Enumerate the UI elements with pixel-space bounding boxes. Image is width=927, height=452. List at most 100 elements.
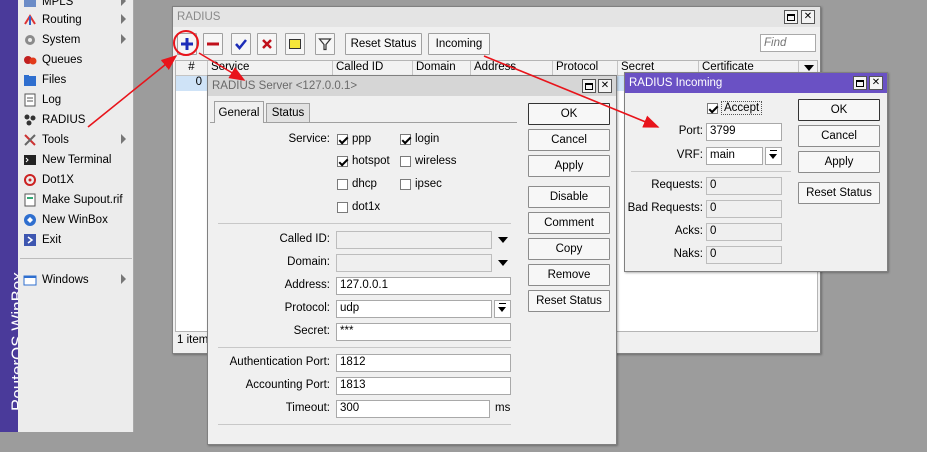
add-button[interactable]	[177, 33, 197, 55]
requests-label: Requests:	[651, 179, 703, 191]
secret-label: Secret:	[293, 325, 330, 337]
maximize-button[interactable]	[784, 10, 798, 24]
separator	[631, 171, 791, 172]
maximize-icon	[787, 13, 795, 21]
server-window-titlebar[interactable]: RADIUS Server <127.0.0.1> ✕	[208, 76, 616, 96]
supout-icon	[23, 193, 37, 207]
separator	[218, 424, 511, 425]
col-header-address[interactable]: Address	[471, 61, 553, 76]
sidebar-separator	[20, 258, 132, 259]
apply-button[interactable]: Apply	[528, 155, 610, 177]
sidebar-item-exit[interactable]: Exit	[18, 230, 134, 250]
timeout-unit: ms	[495, 402, 511, 414]
sidebar-item-windows[interactable]: Windows	[18, 270, 134, 290]
domain-dropdown-icon[interactable]	[498, 260, 508, 266]
cancel-button[interactable]: Cancel	[528, 129, 610, 151]
remove-button[interactable]	[203, 33, 223, 55]
checkbox-dhcp-label: dhcp	[352, 178, 377, 190]
col-header-protocol[interactable]: Protocol	[553, 61, 618, 76]
remove-button[interactable]: Remove	[528, 264, 610, 286]
sidebar-item-system[interactable]: System	[18, 30, 134, 50]
sidebar-item-routing[interactable]: Routing	[18, 10, 134, 30]
tab-general[interactable]: General	[214, 101, 264, 123]
col-header-num[interactable]: #	[176, 61, 208, 76]
incoming-button[interactable]: Incoming	[428, 33, 490, 55]
called-id-input[interactable]	[336, 231, 492, 249]
checkbox-dot1x[interactable]	[337, 202, 348, 213]
incoming-window-titlebar[interactable]: RADIUS Incoming ✕	[625, 73, 887, 93]
vrf-dropdown-button[interactable]	[765, 147, 782, 165]
status-bar: 1 item	[177, 334, 209, 346]
domain-input[interactable]	[336, 254, 492, 272]
close-button[interactable]: ✕	[801, 10, 815, 24]
address-input[interactable]: 127.0.0.1	[336, 277, 511, 295]
find-input[interactable]	[760, 34, 816, 52]
close-button[interactable]: ✕	[869, 76, 883, 90]
col-header-domain[interactable]: Domain	[413, 61, 471, 76]
protocol-dropdown-button[interactable]	[494, 300, 511, 318]
disable-button[interactable]	[257, 33, 277, 55]
called-id-dropdown-icon[interactable]	[498, 237, 508, 243]
filter-icon	[318, 38, 332, 51]
reset-status-button[interactable]: Reset Status	[345, 33, 422, 55]
sidebar-item-queues[interactable]: Queues	[18, 50, 134, 70]
radius-window-titlebar[interactable]: RADIUS ✕	[173, 7, 820, 27]
naks-value: 0	[706, 246, 782, 264]
sidebar-item-new-terminal[interactable]: New Terminal	[18, 150, 134, 170]
port-input[interactable]: 3799	[706, 123, 782, 141]
reset-status-button[interactable]: Reset Status	[798, 182, 880, 204]
mpls-icon	[23, 0, 37, 9]
ok-button[interactable]: OK	[528, 103, 610, 125]
folder-icon	[23, 73, 37, 87]
acct-port-input[interactable]: 1813	[336, 377, 511, 395]
sidebar-item-new-winbox[interactable]: New WinBox	[18, 210, 134, 230]
protocol-label: Protocol:	[284, 302, 330, 314]
maximize-button[interactable]	[582, 79, 596, 93]
checkbox-ppp[interactable]	[337, 134, 348, 145]
disable-button[interactable]: Disable	[528, 186, 610, 208]
separator	[218, 347, 511, 348]
secret-input[interactable]: ***	[336, 323, 511, 341]
auth-port-input[interactable]: 1812	[336, 354, 511, 372]
sidebar-item-make-supout[interactable]: Make Supout.rif	[18, 190, 134, 210]
enable-button[interactable]	[231, 33, 251, 55]
checkbox-hotspot[interactable]	[337, 156, 348, 167]
copy-button[interactable]: Copy	[528, 238, 610, 260]
maximize-button[interactable]	[853, 76, 867, 90]
checkbox-wireless-label: wireless	[415, 155, 457, 167]
comment-button[interactable]	[285, 33, 305, 55]
comment-icon	[289, 39, 301, 49]
gear-icon	[23, 33, 37, 47]
timeout-input[interactable]: 300	[336, 400, 490, 418]
bad-requests-value: 0	[706, 200, 782, 218]
checkbox-login-label: login	[415, 133, 440, 145]
maximize-icon	[856, 79, 864, 87]
checkbox-login[interactable]	[400, 134, 411, 145]
tab-status[interactable]: Status	[266, 103, 310, 122]
col-header-service[interactable]: Service	[208, 61, 333, 76]
port-label: Port:	[678, 125, 703, 137]
comment-button[interactable]: Comment	[528, 212, 610, 234]
vrf-select[interactable]: main	[706, 147, 763, 165]
checkbox-dhcp[interactable]	[337, 179, 348, 190]
accept-checkbox[interactable]	[707, 103, 718, 114]
column-menu-icon[interactable]	[804, 65, 814, 71]
checkbox-wireless[interactable]	[400, 156, 411, 167]
filter-button[interactable]	[315, 33, 335, 55]
reset-status-button[interactable]: Reset Status	[528, 290, 610, 312]
sidebar-item-tools[interactable]: Tools	[18, 130, 134, 150]
sidebar-item-files[interactable]: Files	[18, 70, 134, 90]
dropdown-line-icon	[770, 150, 777, 151]
sidebar-item-radius[interactable]: RADIUS	[18, 110, 134, 130]
close-icon: ✕	[803, 11, 813, 22]
apply-button[interactable]: Apply	[798, 151, 880, 173]
cancel-button[interactable]: Cancel	[798, 125, 880, 147]
protocol-select[interactable]: udp	[336, 300, 492, 318]
sidebar-item-log[interactable]: Log	[18, 90, 134, 110]
checkbox-ipsec[interactable]	[400, 179, 411, 190]
close-button[interactable]: ✕	[598, 79, 612, 93]
dropdown-line-icon	[499, 303, 506, 304]
sidebar-item-dot1x[interactable]: Dot1X	[18, 170, 134, 190]
col-header-called-id[interactable]: Called ID	[333, 61, 413, 76]
ok-button[interactable]: OK	[798, 99, 880, 121]
